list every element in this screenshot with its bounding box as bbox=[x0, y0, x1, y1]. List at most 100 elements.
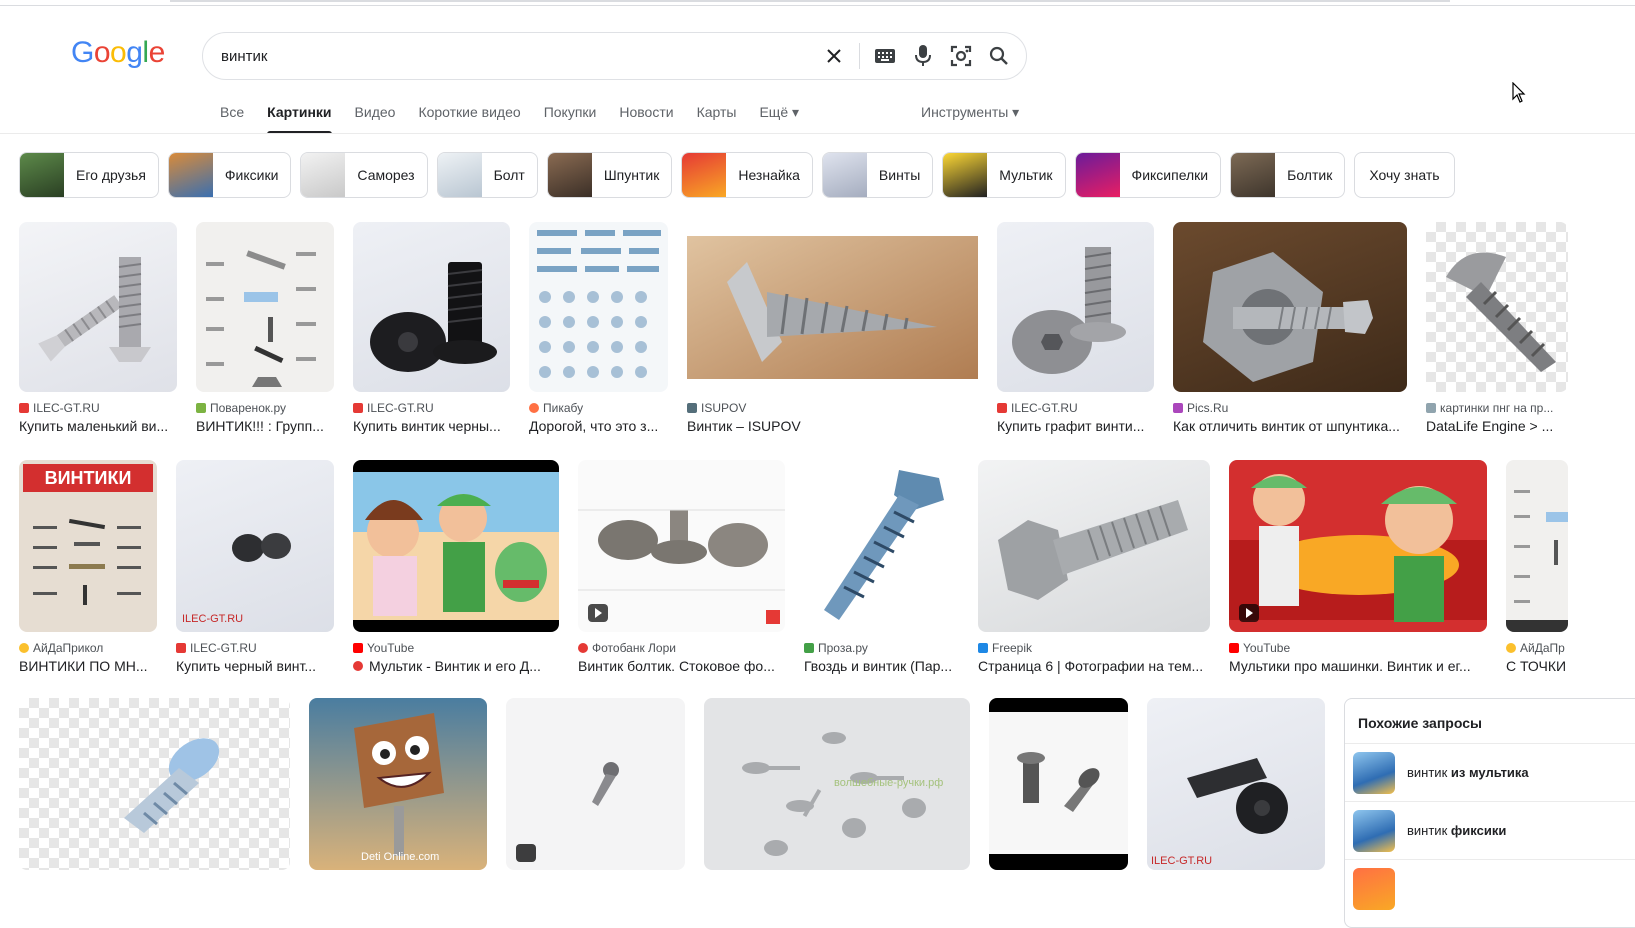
related-search-item[interactable]: винтик из мультика bbox=[1345, 744, 1635, 802]
result-thumbnail[interactable] bbox=[1426, 222, 1568, 392]
filter-chip[interactable]: Болт bbox=[436, 152, 538, 198]
google-logo[interactable]: Google bbox=[71, 36, 165, 70]
result-thumbnail[interactable] bbox=[353, 222, 510, 392]
result-thumbnail[interactable]: ILEC-GT.RU bbox=[176, 460, 334, 632]
result-thumbnail[interactable]: ILEC-GT.RU bbox=[1147, 698, 1325, 870]
image-result[interactable]: Поваренок.ру ВИНТИК!!! : Групп... bbox=[196, 222, 334, 434]
result-thumbnail[interactable] bbox=[687, 222, 978, 392]
result-title[interactable]: Купить черный винт... bbox=[176, 658, 334, 674]
result-title[interactable]: ВИНТИКИ ПО МН... bbox=[19, 658, 157, 674]
checkmark-icon bbox=[19, 403, 29, 413]
result-thumbnail[interactable] bbox=[353, 460, 559, 632]
filter-chip[interactable]: Незнайка bbox=[681, 152, 813, 198]
result-thumbnail[interactable] bbox=[19, 698, 290, 870]
result-thumbnail[interactable] bbox=[578, 460, 785, 632]
filter-chip[interactable]: Хочу знать bbox=[1354, 152, 1455, 198]
result-thumbnail[interactable] bbox=[506, 698, 685, 870]
result-title[interactable]: Винтик – ISUPOV bbox=[687, 418, 978, 434]
search-input[interactable] bbox=[221, 47, 815, 65]
result-title[interactable]: Мультик - Винтик и его Д... bbox=[353, 658, 559, 674]
image-result[interactable] bbox=[506, 698, 685, 870]
search-icon[interactable] bbox=[980, 37, 1018, 75]
keyboard-icon[interactable] bbox=[866, 37, 904, 75]
filter-chip[interactable]: Его друзья bbox=[19, 152, 159, 198]
image-result[interactable]: ILEC-GT.RU Купить винтик черны... bbox=[353, 222, 510, 434]
chip-label: Винты bbox=[878, 167, 921, 183]
clear-icon[interactable] bbox=[815, 37, 853, 75]
image-result[interactable]: Пикабу Дорогой, что это з... bbox=[529, 222, 668, 434]
search-box[interactable] bbox=[202, 32, 1027, 80]
tab-item[interactable]: Новости bbox=[619, 104, 673, 134]
result-title[interactable]: Купить графит винти... bbox=[997, 418, 1154, 434]
image-result[interactable]: Фотобанк Лори Винтик болтик. Стоковое фо… bbox=[578, 460, 785, 674]
image-result[interactable]: ВИНТИКИ АйДаПрикол ВИНТИКИ ПО МН... bbox=[19, 460, 157, 674]
result-thumbnail[interactable]: Deti Online.com bbox=[309, 698, 487, 870]
result-thumbnail[interactable] bbox=[1173, 222, 1407, 392]
logo-letter: e bbox=[148, 36, 166, 69]
image-result[interactable] bbox=[989, 698, 1128, 870]
result-title[interactable]: DataLife Engine > ... bbox=[1426, 418, 1568, 434]
result-thumbnail[interactable] bbox=[804, 460, 959, 632]
filter-chip[interactable]: Саморез bbox=[300, 152, 428, 198]
image-result[interactable]: YouTube Мультик - Винтик и его Д... bbox=[353, 460, 559, 674]
image-result[interactable]: ILEC-GT.RU Купить графит винти... bbox=[997, 222, 1154, 434]
result-title[interactable]: ВИНТИК!!! : Групп... bbox=[196, 418, 334, 434]
result-title[interactable]: Гвоздь и винтик (Пар... bbox=[804, 658, 959, 674]
image-result[interactable]: YouTube Мультики про машинки. Винтик и е… bbox=[1229, 460, 1487, 674]
image-result[interactable]: Pics.Ru Как отличить винтик от шпунтика.… bbox=[1173, 222, 1407, 434]
tab-item[interactable]: Видео bbox=[355, 104, 396, 134]
result-title[interactable]: Мультики про машинки. Винтик и ег... bbox=[1229, 658, 1487, 674]
result-thumbnail[interactable] bbox=[529, 222, 668, 392]
favicon-icon bbox=[578, 643, 588, 653]
tools-button[interactable]: Инструменты ▾ bbox=[921, 104, 1019, 121]
result-thumbnail[interactable] bbox=[978, 460, 1210, 632]
result-source: Freepik bbox=[978, 641, 1210, 655]
result-source: АйДаПрикол bbox=[19, 641, 157, 655]
image-result[interactable] bbox=[19, 698, 290, 870]
result-title[interactable]: Винтик болтик. Стоковое фо... bbox=[578, 658, 785, 674]
tab-item[interactable]: Картинки bbox=[267, 104, 332, 134]
filter-chip[interactable]: Мультик bbox=[942, 152, 1066, 198]
result-thumbnail[interactable]: ВИНТИКИ bbox=[19, 460, 157, 632]
result-thumbnail[interactable] bbox=[989, 698, 1128, 870]
image-result[interactable]: ILEC-GT.RU ILEC-GT.RU Купить черный винт… bbox=[176, 460, 334, 674]
related-search-item[interactable]: винтик фиксики bbox=[1345, 802, 1635, 860]
filter-chip[interactable]: Винты bbox=[821, 152, 934, 198]
result-thumbnail[interactable] bbox=[19, 222, 177, 392]
result-title[interactable]: С ТОЧКИ bbox=[1506, 658, 1568, 674]
result-thumbnail[interactable] bbox=[1506, 460, 1568, 632]
result-title[interactable]: Страница 6 | Фотографии на тем... bbox=[978, 658, 1210, 674]
result-title[interactable]: Купить маленький ви... bbox=[19, 418, 177, 434]
image-result[interactable]: Deti Online.com bbox=[309, 698, 487, 870]
filter-chip[interactable]: Болтик bbox=[1230, 152, 1346, 198]
tag-icon bbox=[516, 844, 536, 862]
result-title[interactable]: Купить винтик черны... bbox=[353, 418, 510, 434]
filter-chip[interactable]: Фиксики bbox=[167, 152, 292, 198]
chip-thumbnail bbox=[1231, 153, 1276, 197]
microphone-icon[interactable] bbox=[904, 37, 942, 75]
image-result[interactable]: АйДаПр С ТОЧКИ bbox=[1506, 460, 1568, 674]
tab-item[interactable]: Короткие видео bbox=[418, 104, 520, 134]
related-search-item[interactable] bbox=[1345, 860, 1635, 918]
result-title[interactable]: Как отличить винтик от шпунтика... bbox=[1173, 418, 1407, 434]
image-result[interactable]: картинки пнг на пр... DataLife Engine > … bbox=[1426, 222, 1568, 434]
image-result[interactable]: волшебные-ручки.рф bbox=[704, 698, 970, 870]
filter-chip[interactable]: Фиксипелки bbox=[1074, 152, 1222, 198]
image-result[interactable]: ISUPOV Винтик – ISUPOV bbox=[687, 222, 978, 434]
tab-item[interactable]: Все bbox=[220, 104, 244, 134]
related-search-thumbnail bbox=[1353, 809, 1395, 852]
image-result[interactable]: Проза.ру Гвоздь и винтик (Пар... bbox=[804, 460, 959, 674]
result-thumbnail[interactable] bbox=[196, 222, 334, 392]
tab-item[interactable]: Покупки bbox=[544, 104, 597, 134]
tab-item[interactable]: Ещё ▾ bbox=[759, 104, 799, 134]
image-result[interactable]: Freepik Страница 6 | Фотографии на тем..… bbox=[978, 460, 1210, 674]
image-result[interactable]: ILEC-GT.RU bbox=[1147, 698, 1325, 870]
lens-icon[interactable] bbox=[942, 37, 980, 75]
image-result[interactable]: ILEC-GT.RU Купить маленький ви... bbox=[19, 222, 177, 434]
tab-item[interactable]: Карты bbox=[697, 104, 737, 134]
result-thumbnail[interactable] bbox=[997, 222, 1154, 392]
result-thumbnail[interactable]: волшебные-ручки.рф bbox=[704, 698, 970, 870]
filter-chip[interactable]: Шпунтик bbox=[546, 152, 673, 198]
result-thumbnail[interactable] bbox=[1229, 460, 1487, 632]
result-title[interactable]: Дорогой, что это з... bbox=[529, 418, 668, 434]
